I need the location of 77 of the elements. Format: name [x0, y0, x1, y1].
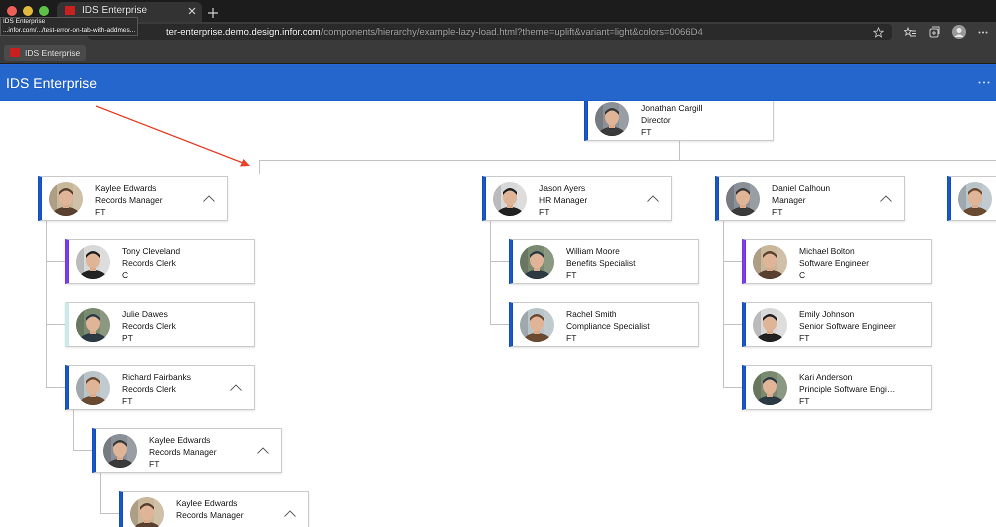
job-title: Records Clerk [122, 383, 177, 395]
job-title: Director [641, 114, 672, 126]
employee-name: Jonathan Cargill [641, 102, 702, 114]
job-title: Manager [772, 194, 807, 206]
employment-type: FT [566, 269, 578, 281]
job-title: Records Clerk [122, 257, 177, 269]
employment-type: FT [799, 332, 810, 344]
employee-card[interactable]: Kaylee Edwards Records Manager FT [92, 428, 282, 473]
employment-type: FT [539, 206, 550, 218]
employee-card[interactable]: Richard Fairbanks Records Clerk FT [65, 365, 255, 410]
zoom-window-icon[interactable] [39, 6, 49, 16]
employment-type: FT [799, 395, 810, 407]
employee-name: Daniel Calhoun [772, 182, 830, 194]
employee-card[interactable]: Rachel Smith Compliance Specialist FT [509, 302, 699, 347]
job-title: HR Manager [539, 194, 588, 206]
employee-card[interactable]: William Moore Benefits Specialist FT [509, 239, 699, 284]
employee-name: Tony Cleveland [122, 245, 180, 257]
app-title: IDS Enterprise [6, 74, 98, 90]
employment-type: FT [641, 126, 652, 138]
more-icon[interactable] [978, 81, 990, 84]
employee-card[interactable]: Emily Johnson Senior Software Engineer FT [742, 302, 932, 347]
job-title: Principle Software Engi… [799, 383, 896, 395]
more-icon[interactable] [978, 30, 988, 34]
collapse-icon[interactable] [203, 195, 215, 202]
collapse-icon[interactable] [230, 384, 242, 391]
employee-name: Jason Ayers [539, 182, 586, 194]
collapse-icon[interactable] [257, 447, 269, 454]
employee-card[interactable]: Michael Bolton Software Engineer C [742, 239, 932, 284]
employment-type: C [799, 269, 806, 281]
logo-icon [65, 6, 75, 15]
employment-type: FT [149, 458, 160, 470]
job-title: Benefits Specialist [566, 257, 636, 269]
job-title: Records Manager [149, 446, 217, 458]
employee-card[interactable]: Daniel Calhoun Manager FT [715, 176, 905, 221]
job-title: Records Clerk [122, 320, 176, 332]
employment-type: C [122, 269, 130, 281]
employee-name: Emily Johnson [799, 308, 856, 320]
employment-type: FT [122, 395, 134, 407]
employment-type: PT [122, 332, 134, 344]
bookmark-label: IDS Enterprise [25, 48, 80, 58]
employee-name: Kaylee Edwards [95, 182, 158, 194]
employee-card[interactable]: Kari Anderson Principle Software Engi… FT [742, 365, 932, 410]
star-icon[interactable] [873, 26, 884, 38]
employment-type: FT [566, 332, 578, 344]
employee-name: Kaylee Edwards [149, 434, 212, 446]
job-title: Records Manager [176, 509, 244, 521]
bookmark[interactable]: IDS Enterprise [4, 44, 86, 60]
employee-name: Kaylee Edwards [176, 497, 238, 509]
collapse-icon[interactable] [284, 510, 296, 517]
employee-card[interactable]: Kaylee Edwards Records Manager FT [38, 176, 228, 221]
employee-name: Richard Fairbanks [122, 371, 191, 383]
employee-card[interactable]: Julie Dawes Records Clerk PT [65, 302, 255, 347]
employment-type: FT [95, 206, 106, 218]
employee-name: Rachel Smith [566, 308, 618, 320]
favorites-icon[interactable] [904, 26, 916, 38]
job-title: Senior Software Engineer [799, 320, 896, 332]
employee-card[interactable]: Tony Cleveland Records Clerk C [65, 239, 255, 284]
employee-card[interactable]: Jason Ayers HR Manager FT [482, 176, 672, 221]
collections-icon[interactable] [928, 26, 940, 38]
job-title: Compliance Specialist [566, 320, 650, 332]
profile-icon[interactable] [952, 25, 966, 39]
job-title: Records Manager [95, 194, 163, 206]
employee-card[interactable]: Jonathan Cargill Director FT [584, 101, 774, 141]
new-tab-icon[interactable] [208, 8, 218, 18]
employee-name: Michael Bolton [799, 245, 856, 257]
collapse-icon[interactable] [647, 195, 659, 202]
employment-type: FT [772, 206, 784, 218]
employee-name: Julie Dawes [122, 308, 169, 320]
employee-card[interactable]: Kaylee Edwards Records Manager [119, 491, 309, 527]
job-title: Software Engineer [799, 257, 869, 269]
close-window-icon[interactable] [7, 6, 17, 16]
employee-name: William Moore [566, 245, 621, 257]
close-icon[interactable] [188, 6, 196, 14]
logo-icon [10, 48, 20, 57]
minimize-window-icon[interactable] [23, 6, 33, 16]
collapse-icon[interactable] [880, 195, 892, 202]
employee-name: Kari Anderson [799, 371, 854, 383]
